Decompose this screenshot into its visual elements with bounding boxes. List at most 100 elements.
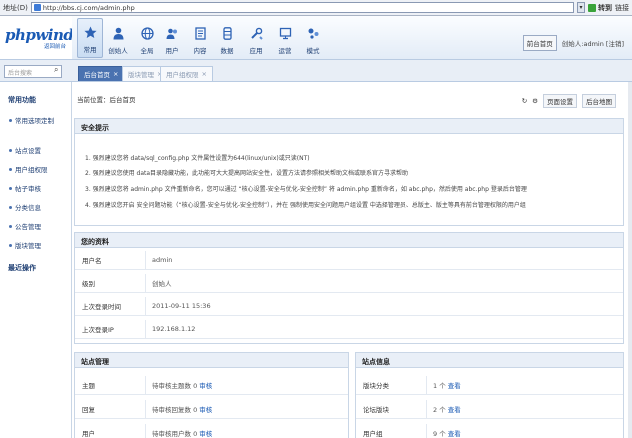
monitor-icon bbox=[279, 27, 292, 40]
row-value-text: 待审核回复数 0 bbox=[152, 406, 198, 414]
settings-icon[interactable]: ⚙ bbox=[532, 97, 538, 105]
address-label: 地址(D) bbox=[3, 3, 28, 12]
vertical-scrollbar[interactable] bbox=[628, 82, 632, 438]
review-link[interactable]: 审核 bbox=[199, 404, 212, 414]
sidebar-item-boards[interactable]: 版块管理 bbox=[0, 240, 41, 250]
address-dropdown-icon[interactable]: ▾ bbox=[577, 2, 585, 13]
nav-label: 用户 bbox=[165, 47, 179, 55]
info-row: 用户组 9 个查看 bbox=[356, 424, 623, 438]
nav-label: 常用 bbox=[83, 46, 97, 54]
sidebar-item-site-settings[interactable]: 站点设置 bbox=[0, 145, 41, 155]
nav-label: 模式 bbox=[306, 47, 320, 55]
profile-title: 您的资料 bbox=[75, 233, 623, 248]
globe-icon bbox=[140, 27, 154, 40]
row-value-text: 待审核用户数 0 bbox=[152, 430, 198, 438]
tab-bar: 后台搜索 ⌕ 后台首页 × 版块管理 × 用户组权限 × bbox=[0, 60, 632, 82]
site-manage-panel: 站点管理 主题 待审核主题数 0 审核 回复 待审核回复数 0 审核 用户 待审核用户数 … bbox=[74, 352, 349, 438]
info-row: 论坛版块 2 个查看 bbox=[356, 400, 623, 419]
close-icon[interactable]: × bbox=[202, 70, 207, 78]
page-favicon-icon bbox=[33, 4, 41, 11]
site-row: 主题 待审核主题数 0 审核 bbox=[75, 376, 348, 395]
view-link[interactable]: 查看 bbox=[448, 380, 461, 390]
links-button[interactable]: 链接 bbox=[615, 3, 629, 13]
row-key: 版块分类 bbox=[363, 382, 389, 390]
profile-row: 上次登录IP 192.168.1.12 bbox=[75, 320, 623, 339]
review-link[interactable]: 审核 bbox=[199, 428, 212, 438]
bullet-icon bbox=[9, 118, 12, 122]
go-button[interactable]: 转到 bbox=[588, 3, 612, 13]
nav-item-apps[interactable]: 应用 bbox=[243, 18, 269, 58]
nav-item-mode[interactable]: 模式 bbox=[300, 18, 326, 58]
browser-address-bar: 地址(D) http://bbs.cj.com/admin.php ▾ 转到 链… bbox=[0, 0, 632, 16]
row-key: 上次登录IP bbox=[82, 326, 114, 334]
row-value: 待审核用户数 0 审核 bbox=[145, 424, 212, 438]
breadcrumb: 当前位置：后台首页 bbox=[77, 96, 136, 104]
site-row: 用户 待审核用户数 0 审核 bbox=[75, 424, 348, 438]
bullet-icon bbox=[9, 167, 12, 171]
row-value-text: 2 个 bbox=[433, 406, 446, 414]
sidebar-item-announce[interactable]: 公告管理 bbox=[0, 221, 41, 231]
row-value-text: 待审核主题数 0 bbox=[152, 382, 198, 390]
profile-row: 上次登录时间 2011-09-11 15:36 bbox=[75, 297, 623, 316]
sidebar-item-label: 分类信息 bbox=[15, 204, 41, 212]
site-manage-title: 站点管理 bbox=[75, 353, 348, 368]
site-row: 回复 待审核回复数 0 审核 bbox=[75, 400, 348, 419]
security-tip-1: 1. 强烈建议您将 data/sql_config.php 文件属性设置为644… bbox=[85, 155, 310, 162]
nav-item-users[interactable]: 用户 bbox=[159, 18, 185, 58]
review-link[interactable]: 审核 bbox=[199, 380, 212, 390]
profile-row: 用户名 admin bbox=[75, 251, 623, 270]
tab-label: 版块管理 bbox=[128, 71, 154, 79]
security-tip-3: 3. 强烈建议您将 admin.php 文件重新命名，您可以通过 “核心设置-安… bbox=[85, 186, 527, 193]
tab-admin-home[interactable]: 后台首页 × bbox=[78, 66, 125, 81]
address-url: http://bbs.cj.com/admin.php bbox=[42, 3, 135, 12]
row-value: 待审核回复数 0 审核 bbox=[145, 400, 212, 418]
sidebar-item-usergroup[interactable]: 用户组权限 bbox=[0, 164, 48, 174]
row-key: 论坛版块 bbox=[363, 406, 389, 414]
nav-item-common[interactable]: 常用 bbox=[77, 18, 103, 58]
security-tip-4: 4. 强烈建议您开启 安全问题功能（“核心设置-安全与优化-安全控制”），并在 … bbox=[85, 202, 526, 209]
close-icon[interactable]: × bbox=[113, 70, 118, 78]
top-right-area: 前台首页 创始人:admin [注销] bbox=[522, 35, 624, 51]
tab-usergroup-perm[interactable]: 用户组权限 × bbox=[160, 66, 213, 81]
user-logout-text[interactable]: 创始人:admin [注销] bbox=[562, 38, 624, 48]
row-key: 主题 bbox=[82, 382, 95, 390]
bullet-icon bbox=[9, 148, 12, 152]
sidebar-item-label: 公告管理 bbox=[15, 223, 41, 231]
row-value-text: 9 个 bbox=[433, 430, 446, 438]
profile-panel: 您的资料 用户名 admin 级别 创始人 上次登录时间 2011-09-11 15:… bbox=[74, 232, 624, 344]
bullet-icon bbox=[9, 243, 12, 247]
row-value: 待审核主题数 0 审核 bbox=[145, 376, 212, 394]
users-icon bbox=[166, 27, 179, 40]
row-value: 创始人 bbox=[145, 274, 172, 292]
sidebar: 常用功能 常用选项定制 站点设置 用户组权限 帖子审核 分类信息 公告管理 版块… bbox=[0, 82, 72, 438]
sidebar-item-label: 常用选项定制 bbox=[15, 117, 54, 125]
page-settings-button[interactable]: 页面设置 bbox=[543, 94, 577, 108]
nav-label: 全局 bbox=[140, 47, 154, 55]
view-link[interactable]: 查看 bbox=[448, 404, 461, 414]
sidebar-item-post-review[interactable]: 帖子审核 bbox=[0, 183, 41, 193]
sidebar-item-classified[interactable]: 分类信息 bbox=[0, 202, 41, 212]
sidebar-item-custom[interactable]: 常用选项定制 bbox=[0, 115, 54, 125]
front-home-button[interactable]: 前台首页 bbox=[522, 35, 557, 51]
nav-item-founder[interactable]: 创始人 bbox=[105, 18, 131, 58]
row-value: 9 个查看 bbox=[426, 424, 461, 438]
admin-map-button[interactable]: 后台地图 bbox=[582, 94, 616, 108]
page-tools: ↻ ⚙ 页面设置 后台地图 bbox=[522, 94, 616, 108]
sidebar-item-label: 帖子审核 bbox=[15, 185, 41, 193]
phpwind-logo[interactable]: phpwind 返回前台 bbox=[0, 16, 74, 60]
address-input[interactable]: http://bbs.cj.com/admin.php bbox=[30, 2, 574, 13]
nav-label: 应用 bbox=[249, 47, 263, 55]
nav-item-global[interactable]: 全局 bbox=[134, 18, 160, 58]
nav-item-content[interactable]: 内容 bbox=[187, 18, 213, 58]
search-icon[interactable]: ⌕ bbox=[54, 65, 58, 75]
data-icon bbox=[221, 27, 234, 40]
refresh-icon[interactable]: ↻ bbox=[522, 97, 527, 105]
site-info-title: 站点信息 bbox=[356, 353, 623, 368]
person-icon bbox=[112, 27, 125, 40]
nav-item-data[interactable]: 数据 bbox=[214, 18, 240, 58]
view-link[interactable]: 查看 bbox=[448, 428, 461, 438]
nav-label: 数据 bbox=[220, 47, 234, 55]
content-icon bbox=[194, 27, 207, 40]
go-label: 转到 bbox=[598, 3, 612, 12]
nav-item-operate[interactable]: 运营 bbox=[272, 18, 298, 58]
